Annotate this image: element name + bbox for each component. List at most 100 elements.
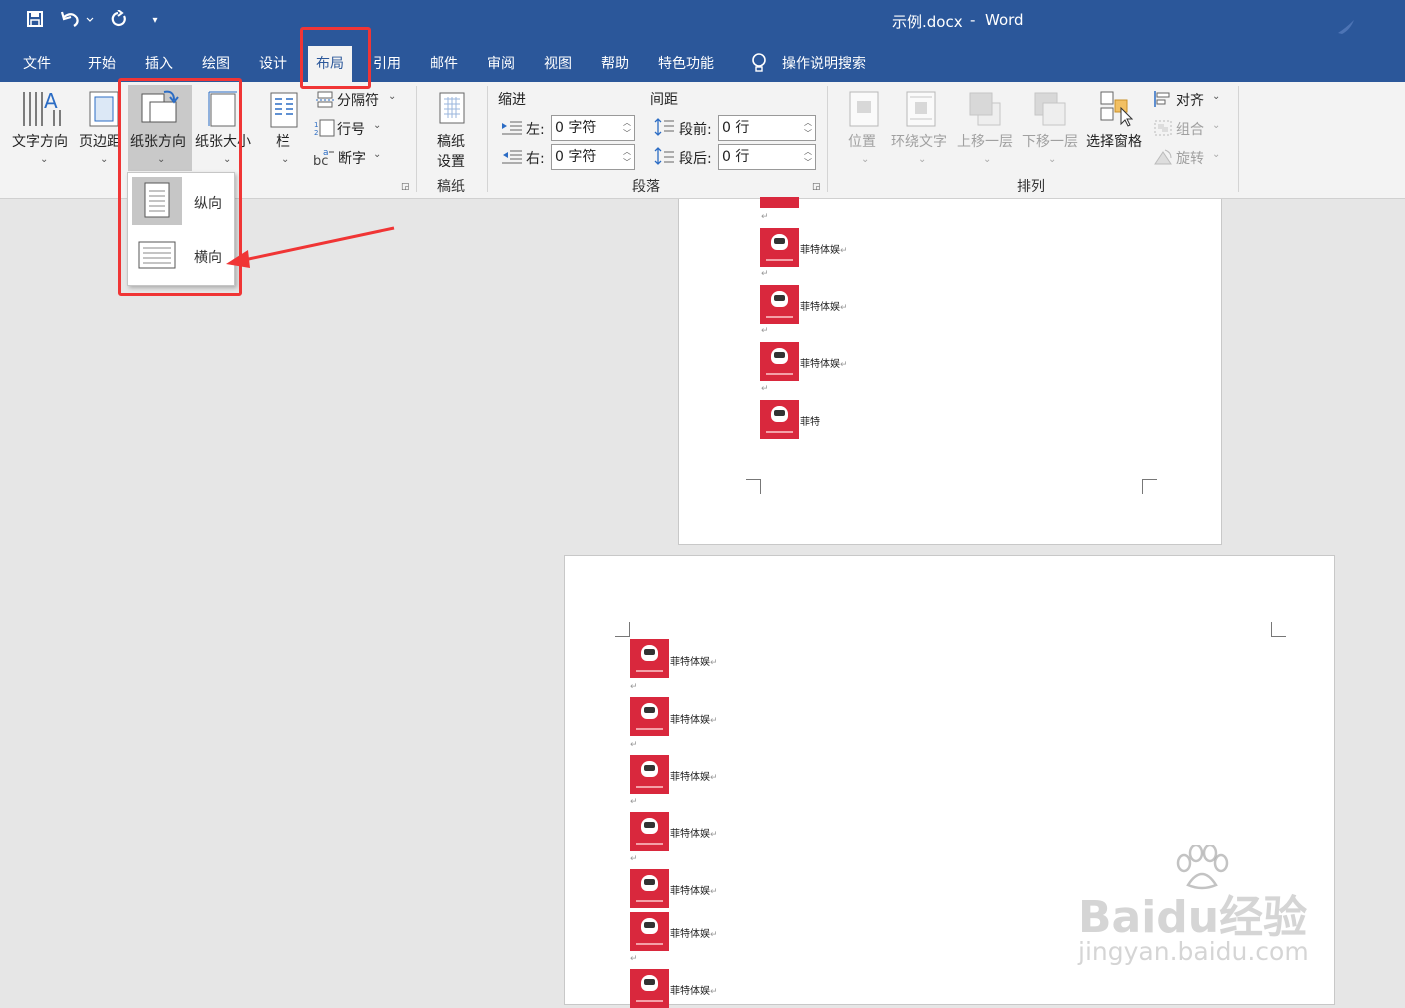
tell-me-search[interactable]: 操作说明搜索 <box>782 52 866 76</box>
margins-button[interactable]: 页边距 <box>79 131 121 151</box>
text-direction-button[interactable]: 文字方向 <box>12 131 68 151</box>
margin-corner-mark <box>615 622 630 637</box>
paragraph-launcher-icon[interactable]: ◲ <box>812 182 821 192</box>
logo-image[interactable] <box>760 228 799 267</box>
item-text: 菲特体娱↵ <box>670 653 718 668</box>
paragraph-mark: ↵ <box>840 246 848 256</box>
spacing-after-label: 段后: <box>679 151 712 167</box>
app-name: Word <box>985 11 1024 29</box>
logo-image[interactable] <box>760 342 799 381</box>
align-button[interactable]: 对齐 <box>1176 90 1204 110</box>
logo-image[interactable] <box>630 755 669 794</box>
logo-image[interactable] <box>630 697 669 736</box>
bring-forward-button[interactable]: 上移一层 <box>957 131 1013 151</box>
indent-right-label: 右: <box>526 151 545 167</box>
item-text: 菲特体娱↵ <box>670 982 718 997</box>
group-objects-button[interactable]: 组合 <box>1176 119 1204 139</box>
columns-icon <box>270 92 298 132</box>
bring-forward-icon <box>968 91 1002 131</box>
spin-down-icon[interactable]: ﹀ <box>623 129 631 139</box>
spacing-header: 间距 <box>650 92 678 108</box>
paragraph-mark: ↵ <box>710 830 718 840</box>
wrap-text-button[interactable]: 环绕文字 <box>891 131 947 151</box>
logo-image[interactable] <box>760 400 799 439</box>
item-text-content: 菲特体娱 <box>670 886 710 897</box>
tab-help[interactable]: 帮助 <box>601 52 629 76</box>
item-text: 菲特体娱↵ <box>670 882 718 897</box>
paragraph-mark: ↵ <box>761 269 769 279</box>
item-text-content: 菲特体娱 <box>670 772 710 783</box>
paragraph-group-label: 段落 <box>632 179 660 195</box>
watermark-line1: Baidu经验 <box>1078 892 1308 943</box>
tab-file[interactable]: 文件 <box>23 52 51 76</box>
spacing-after-input[interactable]: 0 行 ︿ ﹀ <box>718 144 816 170</box>
indent-right-input[interactable]: 0 字符 ︿ ﹀ <box>551 144 635 170</box>
tab-design[interactable]: 设计 <box>259 52 287 76</box>
hyphenation-button[interactable]: 断字 <box>338 148 366 168</box>
indent-left-label: 左: <box>526 122 545 138</box>
spin-down-icon[interactable]: ﹀ <box>804 158 812 168</box>
paragraph-mark: ↵ <box>710 987 718 997</box>
spin-up-icon[interactable]: ︿ <box>804 147 812 157</box>
paragraph-mark: ↵ <box>630 740 638 750</box>
paragraph-mark: ↵ <box>630 854 638 864</box>
position-button[interactable]: 位置 <box>848 131 876 151</box>
document-title: 示例.docx <box>892 13 963 31</box>
indent-right-icon <box>502 149 522 169</box>
logo-image[interactable] <box>630 639 669 678</box>
arrange-group-label: 排列 <box>1017 179 1045 195</box>
line-numbers-icon: 12 <box>314 119 336 141</box>
selection-pane-icon <box>1099 90 1134 132</box>
breaks-icon <box>314 90 336 112</box>
position-icon <box>849 91 879 131</box>
selection-pane-button[interactable]: 选择窗格 <box>1086 131 1142 151</box>
document-page-1[interactable]: ↵ 菲特体娱↵ ↵ 菲特体娱↵ ↵ 菲特体娱↵ ↵ 菲特 <box>678 197 1222 545</box>
spacing-after-value: 0 行 <box>722 149 750 165</box>
logo-image[interactable] <box>630 912 669 951</box>
page-setup-launcher-icon[interactable]: ◲ <box>401 182 410 192</box>
redo-icon[interactable] <box>109 9 129 32</box>
columns-button[interactable]: 栏 <box>276 131 290 151</box>
undo-icon[interactable] <box>60 10 94 32</box>
logo-image[interactable] <box>630 812 669 851</box>
spin-up-icon[interactable]: ︿ <box>804 118 812 128</box>
spin-up-icon[interactable]: ︿ <box>623 118 631 128</box>
spin-up-icon[interactable]: ︿ <box>623 147 631 157</box>
manuscript-group-label: 稿纸 <box>437 179 465 195</box>
paragraph-mark: ↵ <box>840 360 848 370</box>
customize-qat-icon[interactable]: ▾ <box>145 10 165 32</box>
logo-image[interactable] <box>630 869 669 908</box>
manuscript-button[interactable]: 稿纸 <box>437 131 465 151</box>
lightbulb-icon[interactable] <box>750 52 768 76</box>
spin-down-icon[interactable]: ﹀ <box>623 158 631 168</box>
indent-left-input[interactable]: 0 字符 ︿ ﹀ <box>551 115 635 141</box>
logo-image[interactable] <box>630 969 669 1008</box>
breaks-button[interactable]: 分隔符 <box>337 90 379 110</box>
position-caret: ⌄ <box>861 154 870 165</box>
tab-view[interactable]: 视图 <box>544 52 572 76</box>
tab-references[interactable]: 引用 <box>373 52 401 76</box>
tab-mailings[interactable]: 邮件 <box>430 52 458 76</box>
rotate-button[interactable]: 旋转 <box>1176 148 1204 168</box>
tab-special-features[interactable]: 特色功能 <box>658 52 714 76</box>
logo-image[interactable] <box>760 285 799 324</box>
send-backward-button[interactable]: 下移一层 <box>1022 131 1078 151</box>
spacing-before-value: 0 行 <box>722 120 750 136</box>
spin-down-icon[interactable]: ﹀ <box>804 129 812 139</box>
tab-review[interactable]: 审阅 <box>487 52 515 76</box>
item-text-last: 菲特 <box>800 417 820 428</box>
save-icon[interactable] <box>25 10 45 32</box>
hyphenation-caret: ⌄ <box>373 149 382 160</box>
tab-insert[interactable]: 插入 <box>145 52 173 76</box>
indent-left-icon <box>502 120 522 140</box>
paragraph-mark: ↵ <box>630 797 638 807</box>
logo-image-partial[interactable] <box>760 197 799 208</box>
line-numbers-button[interactable]: 行号 <box>337 119 365 139</box>
group-objects-caret: ⌄ <box>1212 120 1221 131</box>
tab-home[interactable]: 开始 <box>88 52 116 76</box>
manuscript-icon <box>439 92 465 128</box>
tab-draw[interactable]: 绘图 <box>202 52 230 76</box>
paragraph-mark: ↵ <box>761 212 769 222</box>
spacing-before-input[interactable]: 0 行 ︿ ﹀ <box>718 115 816 141</box>
text-direction-caret: ⌄ <box>40 154 49 165</box>
